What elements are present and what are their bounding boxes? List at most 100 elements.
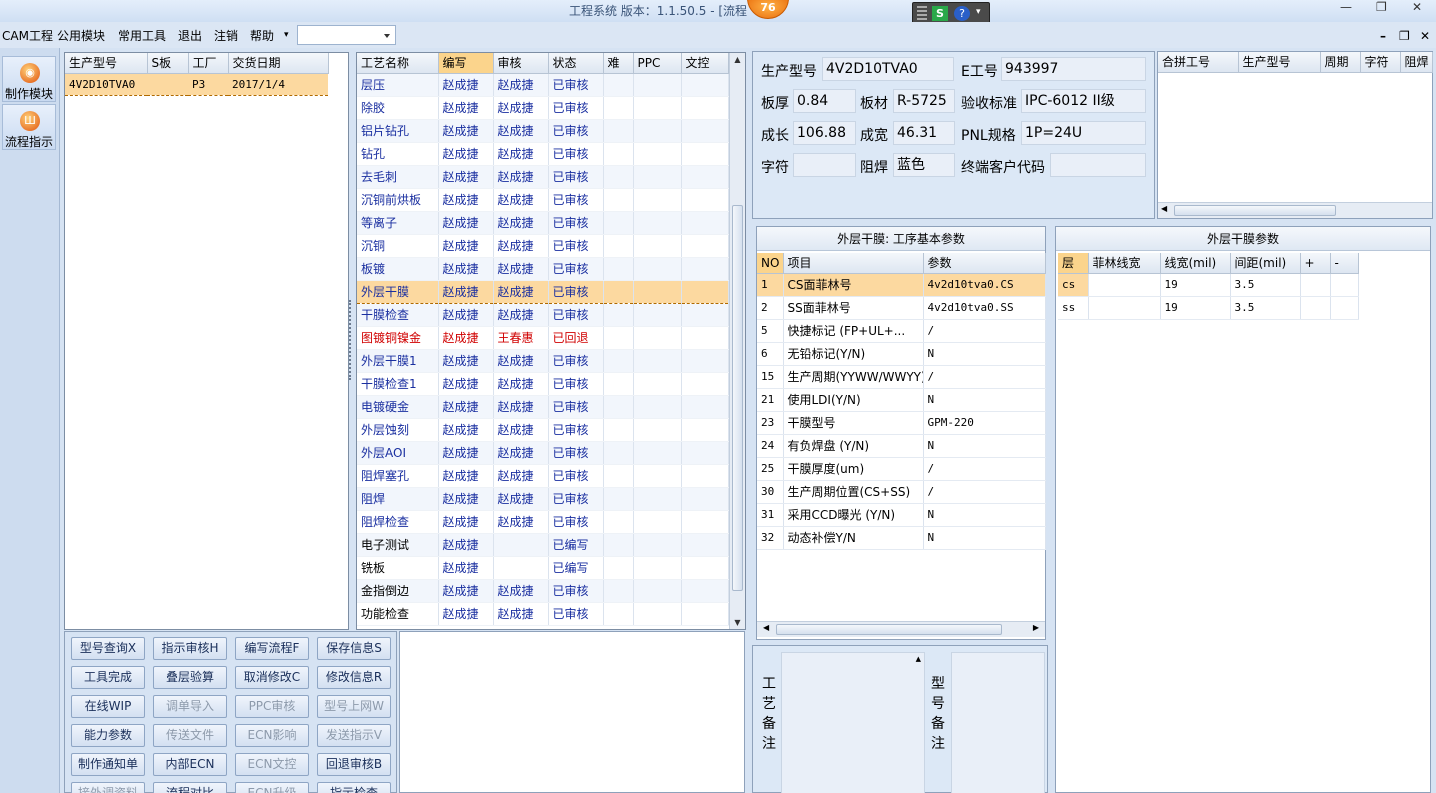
menu-combo-box[interactable] (297, 25, 396, 45)
table-row[interactable]: 沉铜前烘板 赵成捷 赵成捷 已审核 (357, 188, 729, 212)
column-header[interactable]: 层 (1058, 253, 1089, 274)
minimize-button[interactable]: — (1340, 0, 1352, 14)
table-row[interactable]: 21 使用LDI(Y/N) N (757, 388, 1046, 412)
splitter-handle[interactable] (349, 300, 355, 380)
action-button[interactable]: 工具完成 (71, 666, 145, 689)
action-button[interactable]: 编写流程F (235, 637, 309, 660)
table-row[interactable]: 板镀 赵成捷 赵成捷 已审核 (357, 257, 729, 281)
table-row[interactable]: 等离子 赵成捷 赵成捷 已审核 (357, 211, 729, 235)
table-row[interactable]: 除胶 赵成捷 赵成捷 已审核 (357, 96, 729, 120)
table-row[interactable]: 1 CS面菲林号 4v2d10tva0.CS (757, 273, 1046, 297)
params-hscrollbar[interactable]: ◀ ▶ (757, 621, 1045, 637)
column-header[interactable]: - (1330, 253, 1359, 274)
table-row[interactable]: 23 干膜型号 GPM-220 (757, 411, 1046, 435)
scroll-thumb[interactable] (1174, 205, 1336, 216)
action-button[interactable]: 发送指示V (317, 724, 391, 747)
action-button[interactable]: 指示审核H (153, 637, 227, 660)
table-row[interactable]: 24 有负焊盘 (Y/N) N (757, 434, 1046, 458)
column-header[interactable]: 编写 (438, 53, 494, 74)
menu-help[interactable]: 帮助 (250, 27, 274, 44)
table-row[interactable]: 铝片钻孔 赵成捷 赵成捷 已审核 (357, 119, 729, 143)
action-button[interactable]: 型号查询X (71, 637, 145, 660)
column-header[interactable]: 生产型号 (1238, 52, 1321, 73)
scroll-down-icon[interactable]: ▼ (730, 618, 745, 627)
action-button[interactable]: 保存信息S (317, 637, 391, 660)
restore-button[interactable]: ❐ (1376, 0, 1387, 14)
column-header[interactable]: 项目 (783, 253, 924, 274)
action-button[interactable]: 调单导入 (153, 695, 227, 718)
table-row[interactable]: 外层干膜1 赵成捷 赵成捷 已审核 (357, 349, 729, 373)
column-header[interactable]: NO (757, 253, 784, 274)
scroll-right-icon[interactable]: ▶ (1033, 623, 1039, 632)
mdi-restore-button[interactable]: ❐ (1399, 29, 1410, 43)
column-header[interactable]: 工厂 (188, 53, 229, 74)
table-row[interactable]: 25 干膜厚度(um) / (757, 457, 1046, 481)
table-row[interactable]: 金指倒边 赵成捷 赵成捷 已审核 (357, 579, 729, 603)
action-button[interactable]: 流程对比 (153, 782, 227, 793)
action-button[interactable]: ECN影响 (235, 724, 309, 747)
menu-common-module[interactable]: 公用模块 (57, 27, 105, 44)
nav-make-module[interactable]: ◉ 制作模块 (2, 56, 56, 102)
table-row[interactable]: 31 采用CCD曝光 (Y/N) N (757, 503, 1046, 527)
column-header[interactable]: + (1300, 253, 1331, 274)
column-header[interactable]: 交货日期 (228, 53, 329, 74)
help-arrow-icon[interactable]: ▾ (284, 30, 289, 40)
process-vscrollbar[interactable]: ▲ ▼ (729, 53, 745, 629)
scroll-up-icon[interactable]: ▲ (916, 655, 921, 663)
scroll-thumb[interactable] (732, 205, 743, 591)
table-row[interactable]: ss 19 3.5 (1058, 296, 1359, 320)
column-header[interactable]: PPC (633, 53, 682, 74)
table-row[interactable]: 5 快捷标记 (FP+UL+... / (757, 319, 1046, 343)
column-header[interactable]: 工艺名称 (357, 53, 439, 74)
action-button[interactable]: 接外调资料 (71, 782, 145, 793)
merge-hscrollbar[interactable]: ◀ (1158, 202, 1432, 218)
table-row[interactable]: 30 生产周期位置(CS+SS) / (757, 480, 1046, 504)
action-button[interactable]: 能力参数 (71, 724, 145, 747)
column-header[interactable]: 周期 (1320, 52, 1361, 73)
menu-logout[interactable]: 注销 (214, 27, 238, 44)
help-icon[interactable]: ? (954, 6, 970, 21)
action-button[interactable]: 在线WIP (71, 695, 145, 718)
column-header[interactable]: 字符 (1360, 52, 1401, 73)
table-row[interactable]: 去毛刺 赵成捷 赵成捷 已审核 (357, 165, 729, 189)
table-row[interactable]: 阻焊检查 赵成捷 赵成捷 已审核 (357, 510, 729, 534)
table-row[interactable]: 层压 赵成捷 赵成捷 已审核 (357, 73, 729, 97)
table-row[interactable]: 电子测试 赵成捷 已编写 (357, 533, 729, 557)
material-field[interactable]: R-5725 (893, 89, 955, 113)
width-field[interactable]: 46.31 (893, 121, 955, 145)
action-button[interactable]: 制作通知单 (71, 753, 145, 776)
column-header[interactable]: 阻焊 (1400, 52, 1433, 73)
table-row[interactable]: 功能检查 赵成捷 赵成捷 已审核 (357, 602, 729, 626)
table-row[interactable]: 外层AOI 赵成捷 赵成捷 已审核 (357, 441, 729, 465)
length-field[interactable]: 106.88 (793, 121, 856, 145)
model-field[interactable]: 4V2D10TVA0 (822, 57, 954, 81)
column-header[interactable]: 间距(mil) (1230, 253, 1301, 274)
eno-field[interactable]: 943997 (1001, 57, 1146, 81)
column-header[interactable]: 文控 (681, 53, 729, 74)
table-row[interactable]: 32 动态补偿Y/N N (757, 526, 1046, 550)
column-header[interactable]: 难 (603, 53, 634, 74)
action-button[interactable]: ECN升级 (235, 782, 309, 793)
table-row[interactable]: 干膜检查1 赵成捷 赵成捷 已审核 (357, 372, 729, 396)
menu-cam[interactable]: CAM工程 (2, 27, 53, 44)
table-row[interactable]: 图镀铜镍金 赵成捷 王春惠 已回退 (357, 326, 729, 350)
table-row[interactable]: 2 SS面菲林号 4v2d10tva0.SS (757, 296, 1046, 320)
mdi-close-button[interactable]: ✕ (1420, 29, 1430, 43)
action-button[interactable]: 回退审核B (317, 753, 391, 776)
nav-flow-instruction[interactable]: Ш 流程指示 (2, 104, 56, 150)
table-row[interactable]: 6 无铅标记(Y/N) N (757, 342, 1046, 366)
action-button[interactable]: 取消修改C (235, 666, 309, 689)
customer-field[interactable] (1050, 153, 1146, 177)
action-button[interactable]: 型号上网W (317, 695, 391, 718)
table-row[interactable]: 15 生产周期(YYWW/WWYY) / (757, 365, 1046, 389)
action-button[interactable]: 修改信息R (317, 666, 391, 689)
pnl-field[interactable]: 1P=24U (1021, 121, 1146, 145)
char-field[interactable] (793, 153, 856, 177)
column-header[interactable]: S板 (147, 53, 189, 74)
process-remark-field[interactable]: ▲ (781, 652, 925, 793)
table-row[interactable]: 钻孔 赵成捷 赵成捷 已审核 (357, 142, 729, 166)
table-row[interactable]: 铣板 赵成捷 已编写 (357, 556, 729, 580)
thickness-field[interactable]: 0.84 (793, 89, 856, 113)
action-button[interactable]: 传送文件 (153, 724, 227, 747)
table-row[interactable]: 外层干膜 赵成捷 赵成捷 已审核 (357, 279, 729, 304)
